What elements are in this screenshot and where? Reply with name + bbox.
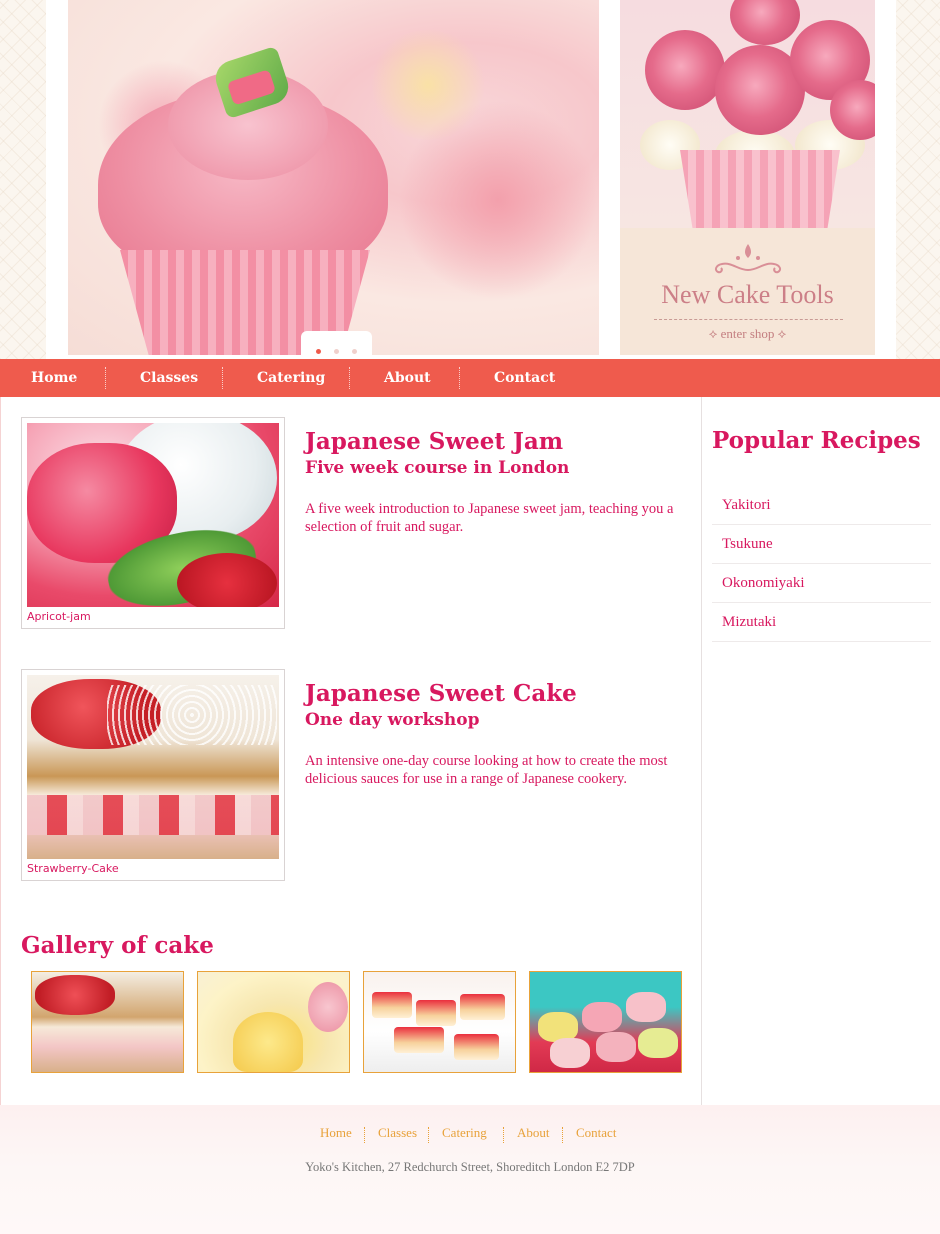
footer-separator	[503, 1127, 504, 1143]
course-subtitle: Five week course in London	[305, 458, 570, 478]
macaron	[626, 992, 666, 1022]
course-title: Japanese Sweet Cake	[305, 680, 577, 707]
footer-separator	[364, 1127, 365, 1143]
slider-dot-2[interactable]	[334, 349, 339, 354]
footer-link-catering[interactable]: Catering	[442, 1125, 487, 1141]
content-border-left	[0, 397, 1, 1105]
nav-separator	[459, 367, 460, 389]
footer-link-classes[interactable]: Classes	[378, 1125, 417, 1141]
cupcake	[308, 982, 348, 1032]
promo-title: New Cake Tools	[661, 280, 834, 309]
diamond-arrow-left-icon: ⟡	[708, 326, 718, 341]
macaron	[596, 1032, 636, 1062]
gallery-title: Gallery of cake	[21, 932, 214, 959]
promo-rose-4	[730, 0, 800, 45]
apricot-jam-image	[27, 423, 279, 607]
hero-banner: New Cake Tools ⟡ enter shop ⟡	[0, 0, 940, 359]
course-title: Japanese Sweet Jam	[305, 428, 564, 455]
promo-link-label: enter shop	[720, 326, 775, 341]
sidebar-title: Popular Recipes	[712, 427, 921, 454]
recipe-link-mizutaki[interactable]: Mizutaki	[712, 603, 931, 642]
sidebar-divider	[701, 397, 702, 1105]
strawberry-cake-image	[27, 675, 279, 859]
course-subtitle: One day workshop	[305, 710, 480, 730]
gallery-thumb-jelly-slices[interactable]	[363, 971, 516, 1073]
promo-panel: New Cake Tools ⟡ enter shop ⟡	[620, 228, 875, 355]
nav-separator	[349, 367, 350, 389]
strawberry	[35, 975, 115, 1015]
recipe-link-tsukune[interactable]: Tsukune	[712, 525, 931, 564]
gallery-thumb-strawberry-cake[interactable]	[31, 971, 184, 1073]
footer-link-about[interactable]: About	[517, 1125, 550, 1141]
recipe-list: Yakitori Tsukune Okonomiyaki Mizutaki	[712, 486, 931, 642]
promo-divider	[654, 319, 843, 320]
nav-item-contact[interactable]: Contact	[494, 359, 555, 397]
powdered-sugar	[107, 685, 277, 745]
gallery-thumb-macarons[interactable]	[529, 971, 682, 1073]
promo-cupcake-wrapper	[680, 150, 840, 230]
footer-link-contact[interactable]: Contact	[576, 1125, 616, 1141]
promo-link[interactable]: ⟡ enter shop ⟡	[620, 326, 875, 342]
macaron	[638, 1028, 678, 1058]
slider-dot-1[interactable]	[315, 349, 321, 354]
course-image-card[interactable]: Strawberry-Cake	[21, 669, 285, 881]
course-image-card[interactable]: Apricot-jam	[21, 417, 285, 629]
diamond-arrow-right-icon: ⟡	[777, 326, 787, 341]
footer-link-home[interactable]: Home	[320, 1125, 352, 1141]
promo-image	[620, 0, 875, 230]
jelly-slice	[372, 992, 412, 1018]
footer-separator	[428, 1127, 429, 1143]
promo-rose-1	[645, 30, 725, 110]
course-description: An intensive one-day course looking at h…	[305, 753, 668, 787]
nav-item-about[interactable]: About	[384, 359, 431, 397]
gallery-thumb-cupcakes[interactable]	[197, 971, 350, 1073]
promo-banner[interactable]: New Cake Tools ⟡ enter shop ⟡	[620, 0, 875, 355]
cake-filling	[27, 795, 279, 835]
slider-pagination	[301, 331, 372, 355]
image-caption: Apricot-jam	[27, 610, 91, 623]
image-caption: Strawberry-Cake	[27, 862, 119, 875]
macaron	[550, 1038, 590, 1068]
nav-item-home[interactable]: Home	[31, 359, 77, 397]
main-nav: Home Classes Catering About Contact	[0, 359, 940, 397]
nav-separator	[105, 367, 106, 389]
jelly-slice	[416, 1000, 456, 1026]
slide-bg-cupcake-right	[398, 100, 598, 300]
jelly-slice	[460, 994, 505, 1020]
recipe-link-okonomiyaki[interactable]: Okonomiyaki	[712, 564, 931, 603]
jelly-slice	[394, 1027, 444, 1053]
footer-separator	[562, 1127, 563, 1143]
image-slider[interactable]	[68, 0, 599, 355]
slider-dot-3[interactable]	[352, 349, 358, 354]
footer: Home Classes Catering About Contact Yoko…	[0, 1105, 940, 1234]
nav-item-catering[interactable]: Catering	[257, 359, 325, 397]
ornament-icon	[714, 244, 782, 274]
recipe-link-yakitori[interactable]: Yakitori	[712, 486, 931, 525]
footer-address: Yoko's Kitchen, 27 Redchurch Street, Sho…	[305, 1160, 635, 1174]
strawberry	[177, 553, 277, 607]
nav-separator	[222, 367, 223, 389]
cupcake	[233, 1012, 303, 1072]
course-description: A five week introduction to Japanese swe…	[305, 501, 674, 535]
macaron	[582, 1002, 622, 1032]
footer-nav: Home Classes Catering About Contact	[0, 1125, 940, 1145]
jelly-slice	[454, 1034, 499, 1060]
nav-item-classes[interactable]: Classes	[140, 359, 198, 397]
